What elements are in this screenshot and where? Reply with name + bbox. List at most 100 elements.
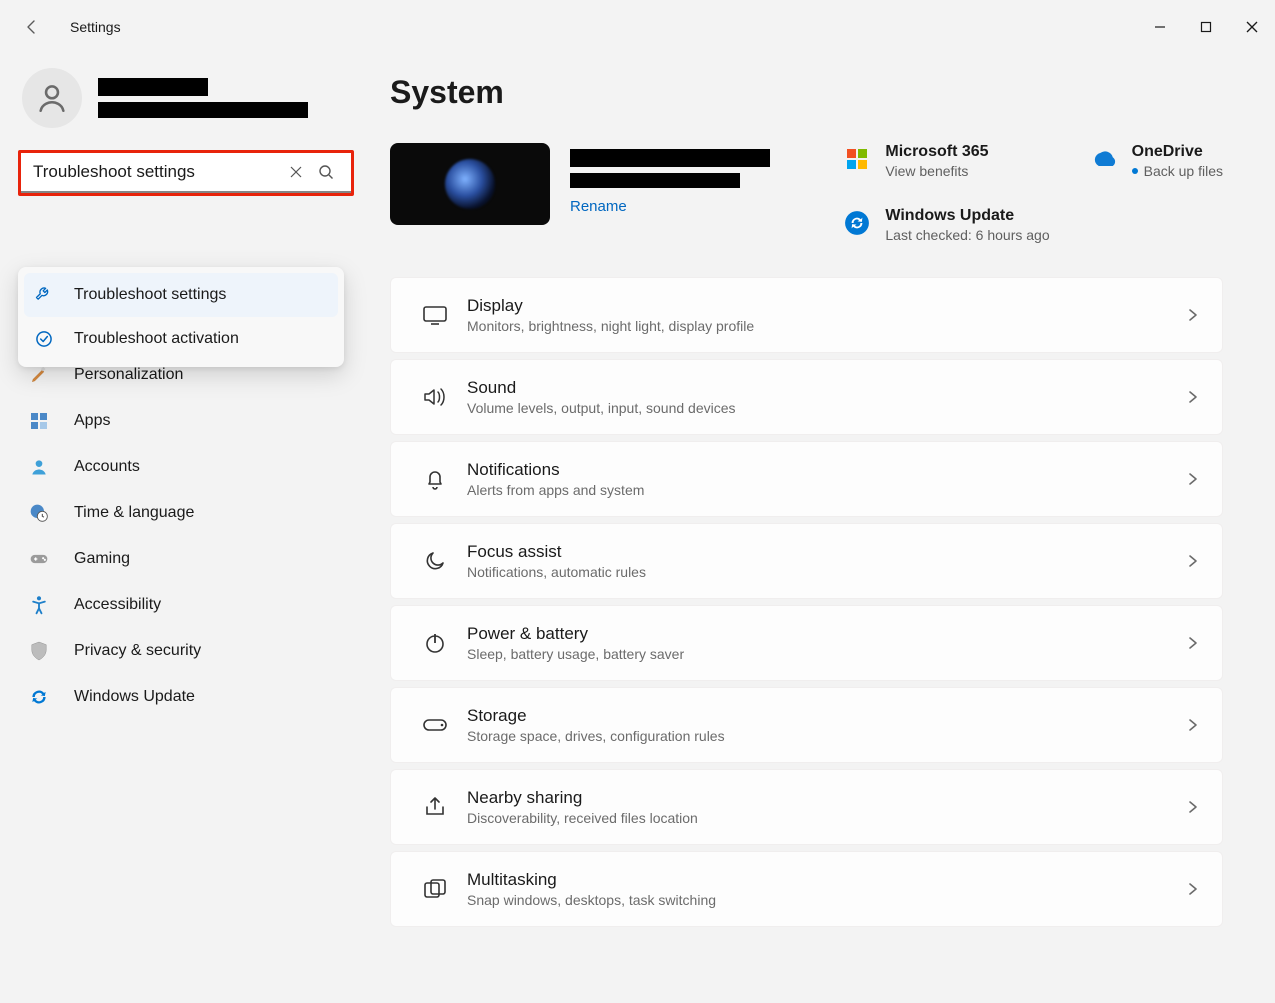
suggestion-troubleshoot-settings[interactable]: Troubleshoot settings xyxy=(24,273,338,317)
card-power-battery[interactable]: Power & battery Sleep, battery usage, bat… xyxy=(390,605,1223,681)
redacted-email xyxy=(98,102,308,118)
search-icon[interactable] xyxy=(311,157,341,187)
card-sub: Alerts from apps and system xyxy=(467,482,1186,498)
card-sub: Snap windows, desktops, task switching xyxy=(467,892,1186,908)
avatar xyxy=(22,68,82,128)
check-circle-icon xyxy=(34,329,54,349)
tile-title: OneDrive xyxy=(1132,143,1223,161)
nav-privacy[interactable]: Privacy & security xyxy=(18,628,358,674)
card-body: Focus assistNotifications, automatic rul… xyxy=(467,542,1186,580)
clear-search-button[interactable] xyxy=(281,157,311,187)
hero-tiles: Microsoft 365 View benefits Windows Upda… xyxy=(843,143,1223,243)
card-notifications[interactable]: Notifications Alerts from apps and system xyxy=(390,441,1223,517)
page-heading: System xyxy=(390,74,1223,111)
maximize-button[interactable] xyxy=(1183,11,1229,43)
microsoft-365-icon xyxy=(843,145,871,173)
profile-text xyxy=(98,78,308,118)
multitask-icon xyxy=(413,878,457,900)
shield-icon xyxy=(28,640,50,662)
search-suggestions: Troubleshoot settings Troubleshoot activ… xyxy=(18,267,344,367)
tile-windows-update[interactable]: Windows Update Last checked: 6 hours ago xyxy=(843,207,1049,243)
device-block: Rename xyxy=(390,143,770,243)
chevron-right-icon xyxy=(1186,308,1200,322)
nav-label: Gaming xyxy=(74,550,130,568)
nav-accessibility[interactable]: Accessibility xyxy=(18,582,358,628)
title-bar: Settings xyxy=(0,0,1275,54)
card-title: Power & battery xyxy=(467,624,1186,644)
moon-icon xyxy=(413,549,457,573)
close-button[interactable] xyxy=(1229,11,1275,43)
tile-title: Windows Update xyxy=(885,207,1049,225)
suggestion-label: Troubleshoot activation xyxy=(74,330,239,348)
card-display[interactable]: Display Monitors, brightness, night light… xyxy=(390,277,1223,353)
tile-microsoft-365[interactable]: Microsoft 365 View benefits xyxy=(843,143,1049,179)
nav-gaming[interactable]: Gaming xyxy=(18,536,358,582)
sync-icon xyxy=(843,209,871,237)
person-icon xyxy=(28,456,50,478)
nav-windows-update[interactable]: Windows Update xyxy=(18,674,358,720)
nav-label: Windows Update xyxy=(74,688,195,706)
card-nearby-sharing[interactable]: Nearby sharing Discoverability, received … xyxy=(390,769,1223,845)
drive-icon xyxy=(413,717,457,733)
chevron-right-icon xyxy=(1186,800,1200,814)
hero-row: Rename Microsoft 365 View benefits xyxy=(390,143,1223,243)
tile-onedrive[interactable]: OneDrive Back up files xyxy=(1090,143,1223,179)
display-icon xyxy=(413,304,457,326)
apps-icon xyxy=(28,410,50,432)
card-title: Focus assist xyxy=(467,542,1186,562)
card-sub: Monitors, brightness, night light, displ… xyxy=(467,318,1186,334)
card-body: Power & battery Sleep, battery usage, bat… xyxy=(467,624,1186,662)
card-title: Display xyxy=(467,296,1186,316)
title-bar-left: Settings xyxy=(18,13,121,41)
nav-accounts[interactable]: Accounts xyxy=(18,444,358,490)
nav-label: Accounts xyxy=(74,458,140,476)
card-sub: Discoverability, received files location xyxy=(467,810,1186,826)
chevron-right-icon xyxy=(1186,718,1200,732)
card-body: Nearby sharing Discoverability, received … xyxy=(467,788,1186,826)
settings-cards: Display Monitors, brightness, night light… xyxy=(390,277,1223,927)
card-storage[interactable]: StorageStorage space, drives, configurat… xyxy=(390,687,1223,763)
search-box[interactable] xyxy=(21,153,351,193)
nav-time-language[interactable]: Time & language xyxy=(18,490,358,536)
card-title: Nearby sharing xyxy=(467,788,1186,808)
back-button[interactable] xyxy=(18,13,46,41)
brush-icon xyxy=(28,364,50,386)
sync-icon xyxy=(28,686,50,708)
chevron-right-icon xyxy=(1186,882,1200,896)
card-body: Notifications Alerts from apps and system xyxy=(467,460,1186,498)
redacted-username xyxy=(98,78,208,96)
card-sub: Volume levels, output, input, sound devi… xyxy=(467,400,1186,416)
card-body: MultitaskingSnap windows, desktops, task… xyxy=(467,870,1186,908)
user-profile[interactable] xyxy=(18,68,358,150)
desktop-thumbnail xyxy=(390,143,550,225)
nav-label: Privacy & security xyxy=(74,642,201,660)
suggestion-troubleshoot-activation[interactable]: Troubleshoot activation xyxy=(24,317,338,361)
sidebar: Troubleshoot settings Troubleshoot activ… xyxy=(0,54,370,1003)
tile-sub: Back up files xyxy=(1132,163,1223,179)
nav-apps[interactable]: Apps xyxy=(18,398,358,444)
globe-clock-icon xyxy=(28,502,50,524)
chevron-right-icon xyxy=(1186,554,1200,568)
window-controls xyxy=(1137,11,1275,43)
redacted-device-model xyxy=(570,173,740,188)
card-title: Notifications xyxy=(467,460,1186,480)
search-box-highlight xyxy=(18,150,354,196)
card-sub: Sleep, battery usage, battery saver xyxy=(467,646,1186,662)
card-multitasking[interactable]: MultitaskingSnap windows, desktops, task… xyxy=(390,851,1223,927)
chevron-right-icon xyxy=(1186,472,1200,486)
rename-link[interactable]: Rename xyxy=(570,198,770,215)
card-body: SoundVolume levels, output, input, sound… xyxy=(467,378,1186,416)
card-title: Storage xyxy=(467,706,1186,726)
redacted-device-name xyxy=(570,149,770,167)
minimize-button[interactable] xyxy=(1137,11,1183,43)
card-sound[interactable]: SoundVolume levels, output, input, sound… xyxy=(390,359,1223,435)
nav-label: Apps xyxy=(74,412,110,430)
search-input[interactable] xyxy=(33,162,281,182)
onedrive-icon xyxy=(1090,145,1118,173)
nav-label: Time & language xyxy=(74,504,194,522)
device-info: Rename xyxy=(570,143,770,215)
gamepad-icon xyxy=(28,548,50,570)
card-body: Display Monitors, brightness, night light… xyxy=(467,296,1186,334)
card-focus-assist[interactable]: Focus assistNotifications, automatic rul… xyxy=(390,523,1223,599)
nav-label: Personalization xyxy=(74,366,183,384)
